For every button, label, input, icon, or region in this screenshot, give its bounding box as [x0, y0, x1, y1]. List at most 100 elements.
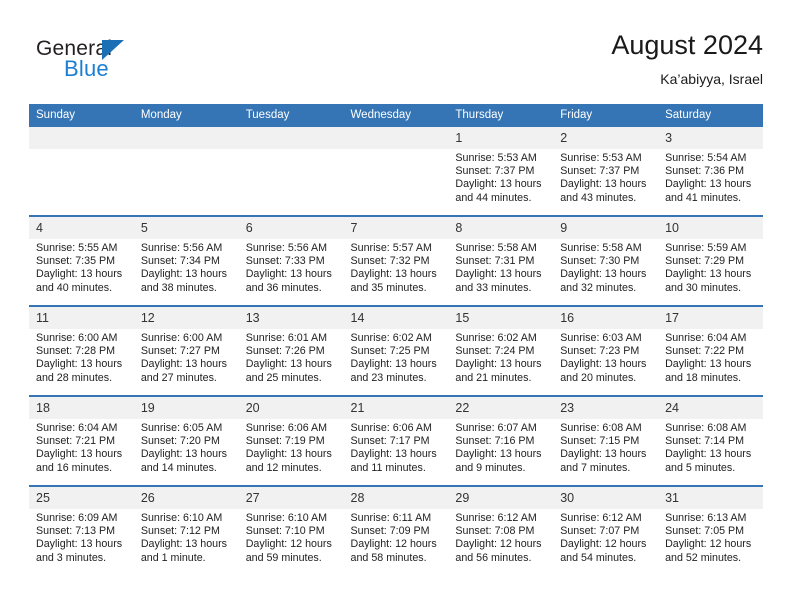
calendar-day-cell[interactable]: 24 Sunrise: 6:08 AM Sunset: 7:14 PM Dayligh… [658, 395, 763, 486]
calendar-day-cell[interactable]: 28 Sunrise: 6:11 AM Sunset: 7:09 PM Dayligh… [343, 485, 449, 575]
day-info-line: Daylight: 13 hours [245, 358, 332, 371]
day-info-line: Sunrise: 6:09 AM [36, 512, 118, 524]
day-sun-info: Sunrise: 6:13 AM Sunset: 7:05 PM Daylight:… [658, 509, 763, 565]
day-info-line: and 27 minutes. [140, 371, 217, 384]
day-info-line: Sunset: 7:27 PM [140, 345, 220, 358]
day-info-line: Sunset: 7:16 PM [455, 435, 535, 448]
day-info-line: Sunrise: 6:08 AM [665, 422, 747, 434]
calendar-day-cell[interactable]: 1 Sunrise: 5:53 AM Sunset: 7:37 PM Daylight… [448, 127, 554, 216]
calendar-day-cell[interactable]: 11 Sunrise: 6:00 AM Sunset: 7:28 PM Dayligh… [29, 305, 134, 396]
day-info-line: Daylight: 13 hours [560, 358, 647, 371]
day-info-line: Daylight: 13 hours [665, 448, 752, 461]
day-number: 31 [658, 487, 763, 509]
day-sun-info: Sunrise: 5:56 AM Sunset: 7:34 PM Daylight:… [134, 239, 239, 295]
calendar-day-cell[interactable]: 23 Sunrise: 6:08 AM Sunset: 7:15 PM Dayligh… [553, 395, 659, 486]
day-info-line: Sunrise: 6:06 AM [350, 422, 432, 434]
day-info-line: Sunrise: 6:11 AM [350, 512, 432, 524]
day-info-line: Daylight: 13 hours [455, 448, 542, 461]
calendar-day-cell[interactable]: 13 Sunrise: 6:01 AM Sunset: 7:26 PM Dayligh… [238, 305, 344, 396]
day-number: 5 [133, 217, 239, 239]
calendar-day-cell-empty [29, 127, 134, 216]
calendar-day-cell[interactable]: 9 Sunrise: 5:58 AM Sunset: 7:30 PM Daylight… [553, 215, 659, 306]
day-info-line: Sunset: 7:26 PM [245, 345, 325, 358]
calendar-day-cell[interactable]: 25 Sunrise: 6:09 AM Sunset: 7:13 PM Dayligh… [29, 485, 134, 575]
day-number [133, 127, 239, 149]
calendar-day-cell[interactable]: 3 Sunrise: 5:54 AM Sunset: 7:36 PM Daylight… [658, 127, 763, 216]
calendar-day-cell[interactable]: 20 Sunrise: 6:06 AM Sunset: 7:19 PM Dayligh… [238, 395, 344, 486]
day-info-line: Sunset: 7:20 PM [140, 435, 220, 448]
day-number: 4 [29, 217, 134, 239]
calendar-day-cell[interactable]: 30 Sunrise: 6:12 AM Sunset: 7:07 PM Dayligh… [553, 485, 659, 575]
day-info-line: Daylight: 13 hours [140, 268, 227, 281]
day-number: 28 [343, 487, 449, 509]
day-info-line: Daylight: 13 hours [36, 268, 123, 281]
calendar-day-cell[interactable]: 6 Sunrise: 5:56 AM Sunset: 7:33 PM Daylight… [238, 215, 344, 306]
day-info-line: and 33 minutes. [455, 281, 532, 294]
day-info-line: Sunset: 7:24 PM [455, 345, 535, 358]
day-info-line: Daylight: 12 hours [245, 538, 332, 551]
day-info-line: Sunrise: 5:58 AM [455, 242, 537, 254]
calendar-day-cell[interactable]: 7 Sunrise: 5:57 AM Sunset: 7:32 PM Daylight… [343, 215, 449, 306]
calendar-day-cell[interactable]: 15 Sunrise: 6:02 AM Sunset: 7:24 PM Dayligh… [448, 305, 554, 396]
calendar-day-cell[interactable]: 5 Sunrise: 5:56 AM Sunset: 7:34 PM Daylight… [133, 215, 239, 306]
calendar-day-cell[interactable]: 27 Sunrise: 6:10 AM Sunset: 7:10 PM Dayligh… [238, 485, 344, 575]
page-title: August 2024 [611, 30, 763, 60]
calendar-day-cell[interactable]: 17 Sunrise: 6:04 AM Sunset: 7:22 PM Dayligh… [658, 305, 763, 396]
calendar-day-cell[interactable]: 31 Sunrise: 6:13 AM Sunset: 7:05 PM Dayligh… [658, 485, 763, 575]
day-info-line: and 28 minutes. [36, 371, 113, 384]
calendar-day-cell[interactable]: 26 Sunrise: 6:10 AM Sunset: 7:12 PM Dayligh… [133, 485, 239, 575]
day-info-line: Sunset: 7:13 PM [36, 525, 116, 538]
day-info-line: Sunrise: 6:08 AM [560, 422, 642, 434]
calendar-day-cell[interactable]: 19 Sunrise: 6:05 AM Sunset: 7:20 PM Dayligh… [133, 395, 239, 486]
day-info-line: Sunrise: 5:57 AM [350, 242, 432, 254]
calendar-day-cell[interactable]: 12 Sunrise: 6:00 AM Sunset: 7:27 PM Dayligh… [133, 305, 239, 396]
day-info-line: and 54 minutes. [560, 551, 637, 564]
day-info-line: Sunrise: 6:07 AM [455, 422, 537, 434]
day-info-line: Sunrise: 5:58 AM [560, 242, 642, 254]
calendar-column-header-thursday: Thursday [448, 104, 554, 127]
calendar-day-cell[interactable]: 2 Sunrise: 5:53 AM Sunset: 7:37 PM Daylight… [553, 127, 659, 216]
day-number: 17 [658, 307, 763, 329]
day-number: 29 [448, 487, 554, 509]
day-info-line: Daylight: 13 hours [455, 178, 542, 191]
calendar-day-cell-empty [133, 127, 239, 216]
day-sun-info: Sunrise: 6:06 AM Sunset: 7:17 PM Daylight:… [344, 419, 449, 475]
general-blue-logo[interactable]: General Blue [36, 38, 216, 86]
calendar-day-cell[interactable]: 22 Sunrise: 6:07 AM Sunset: 7:16 PM Dayligh… [448, 395, 554, 486]
calendar-day-cell[interactable]: 29 Sunrise: 6:12 AM Sunset: 7:08 PM Dayligh… [448, 485, 554, 575]
day-number: 24 [658, 397, 763, 419]
day-info-line: Daylight: 13 hours [350, 268, 437, 281]
day-info-line: Daylight: 12 hours [455, 538, 542, 551]
day-info-line: and 21 minutes. [455, 371, 532, 384]
day-info-line: Daylight: 13 hours [665, 358, 752, 371]
day-number: 19 [133, 397, 239, 419]
day-info-line: Sunrise: 6:03 AM [560, 332, 642, 344]
day-info-line: and 7 minutes. [560, 461, 631, 474]
day-sun-info: Sunrise: 5:58 AM Sunset: 7:31 PM Daylight:… [448, 239, 553, 295]
day-sun-info: Sunrise: 5:59 AM Sunset: 7:29 PM Daylight:… [658, 239, 763, 295]
day-sun-info: Sunrise: 5:55 AM Sunset: 7:35 PM Daylight:… [29, 239, 134, 295]
day-info-line: Sunset: 7:28 PM [36, 345, 116, 358]
calendar-day-cell[interactable]: 8 Sunrise: 5:58 AM Sunset: 7:31 PM Daylight… [448, 215, 554, 306]
day-info-line: Sunset: 7:09 PM [350, 525, 430, 538]
calendar-day-cell[interactable]: 10 Sunrise: 5:59 AM Sunset: 7:29 PM Dayligh… [658, 215, 763, 306]
day-info-line: Sunset: 7:05 PM [665, 525, 745, 538]
day-sun-info: Sunrise: 6:03 AM Sunset: 7:23 PM Daylight:… [553, 329, 658, 385]
day-info-line: and 25 minutes. [245, 371, 322, 384]
calendar-day-cell[interactable]: 16 Sunrise: 6:03 AM Sunset: 7:23 PM Dayligh… [553, 305, 659, 396]
calendar-day-cell[interactable]: 4 Sunrise: 5:55 AM Sunset: 7:35 PM Daylight… [29, 215, 134, 306]
day-info-line: Sunrise: 6:06 AM [245, 422, 328, 434]
day-info-line: and 12 minutes. [245, 461, 322, 474]
day-info-line: and 59 minutes. [245, 551, 322, 564]
day-info-line: Sunrise: 6:04 AM [36, 422, 118, 434]
calendar-day-cell[interactable]: 21 Sunrise: 6:06 AM Sunset: 7:17 PM Dayligh… [343, 395, 449, 486]
day-sun-info: Sunrise: 6:00 AM Sunset: 7:27 PM Daylight:… [134, 329, 239, 385]
day-info-line: Sunset: 7:17 PM [350, 435, 430, 448]
day-info-line: Daylight: 13 hours [140, 538, 227, 551]
day-info-line: Sunrise: 6:05 AM [140, 422, 223, 434]
calendar-day-cell[interactable]: 18 Sunrise: 6:04 AM Sunset: 7:21 PM Dayligh… [29, 395, 134, 486]
day-info-line: Sunrise: 6:02 AM [350, 332, 432, 344]
calendar-day-cell[interactable]: 14 Sunrise: 6:02 AM Sunset: 7:25 PM Dayligh… [343, 305, 449, 396]
day-number: 23 [553, 397, 659, 419]
day-info-line: Sunset: 7:30 PM [560, 255, 640, 268]
